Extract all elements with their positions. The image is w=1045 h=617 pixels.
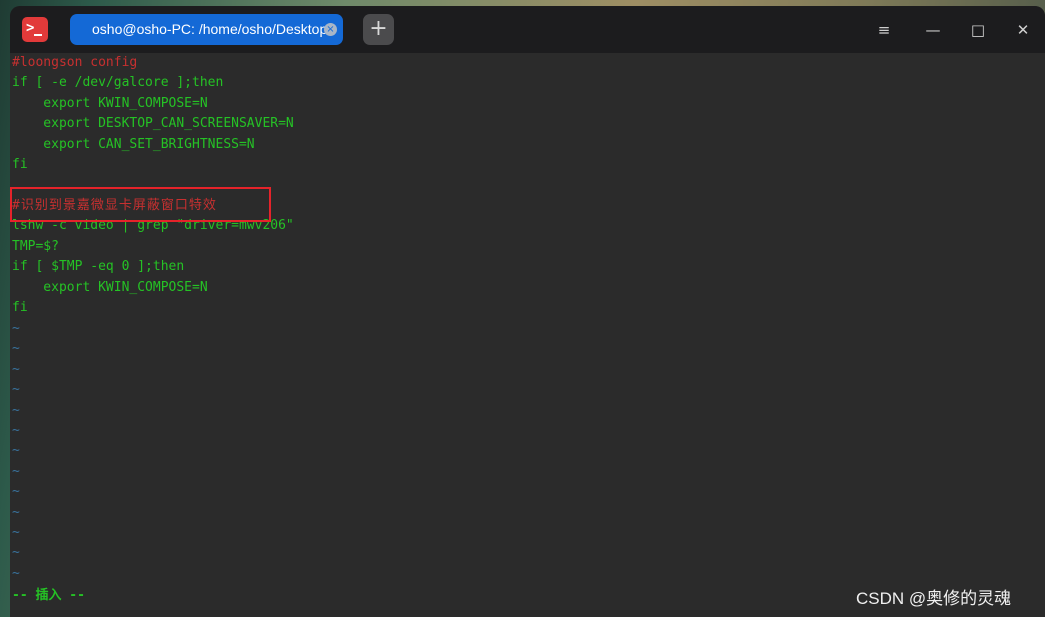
empty-line-tilde: ~ [12, 382, 20, 397]
empty-line-tilde: ~ [12, 505, 20, 520]
code-line: export DESKTOP_CAN_SCREENSAVER=N [12, 116, 294, 131]
close-icon[interactable]: ✕ [1012, 20, 1034, 40]
maximize-icon[interactable]: □ [967, 20, 989, 40]
empty-line-tilde: ~ [12, 464, 20, 479]
code-line: TMP=$? [12, 239, 59, 254]
code-line: export KWIN_COMPOSE=N [12, 280, 208, 295]
empty-line-tilde: ~ [12, 525, 20, 540]
code-line: if [ $TMP -eq 0 ];then [12, 259, 185, 274]
empty-line-tilde: ~ [12, 403, 20, 418]
terminal-window: > osho@osho-PC: /home/osho/Desktop × + ≡… [10, 6, 1045, 617]
tab-close-icon[interactable]: × [324, 23, 337, 36]
empty-line-tilde: ~ [12, 321, 20, 336]
new-tab-button[interactable]: + [363, 14, 394, 45]
title-bar: > osho@osho-PC: /home/osho/Desktop × + ≡… [10, 6, 1045, 53]
empty-line-tilde: ~ [12, 545, 20, 560]
empty-line-tilde: ~ [12, 443, 20, 458]
terminal-app-icon: > [22, 17, 48, 42]
code-line: if [ -e /dev/galcore ];then [12, 75, 224, 90]
code-line: fi [12, 157, 28, 172]
menu-icon[interactable]: ≡ [873, 20, 895, 40]
csdn-watermark: CSDN @奥修的灵魂 [856, 589, 1012, 608]
empty-line-tilde: ~ [12, 423, 20, 438]
code-line: fi [12, 300, 28, 315]
tab-title: osho@osho-PC: /home/osho/Desktop [92, 21, 328, 37]
empty-line-tilde: ~ [12, 484, 20, 499]
empty-line-tilde: ~ [12, 341, 20, 356]
empty-line-tilde: ~ [12, 566, 20, 581]
code-line: #loongson config [12, 55, 138, 70]
highlight-box [10, 187, 271, 222]
vim-mode-status: -- 插入 -- [12, 588, 85, 603]
code-line: export KWIN_COMPOSE=N [12, 96, 208, 111]
code-line: export CAN_SET_BRIGHTNESS=N [12, 137, 255, 152]
terminal-content[interactable]: #loongson config if [ -e /dev/galcore ];… [10, 53, 1045, 617]
tab-active[interactable]: osho@osho-PC: /home/osho/Desktop × [70, 14, 343, 45]
empty-line-tilde: ~ [12, 362, 20, 377]
minimize-icon[interactable]: — [922, 20, 944, 40]
